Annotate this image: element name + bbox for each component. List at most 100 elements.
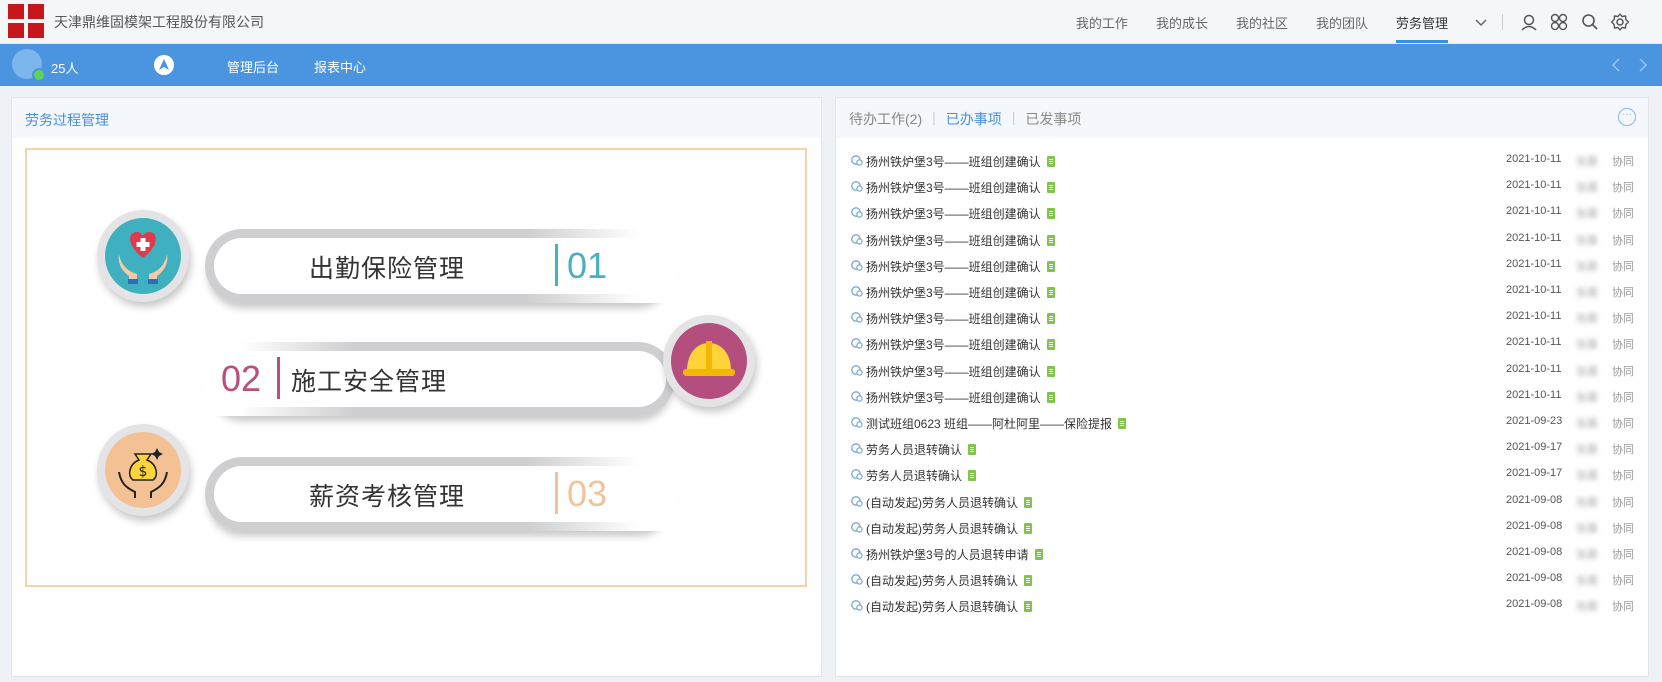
list-item[interactable]: (自动发起)劳务人员退转确认 2021-09-08 张晨 协同 bbox=[836, 567, 1648, 593]
item-sender: 张晨 bbox=[1576, 339, 1598, 352]
collaboration-icon bbox=[851, 181, 863, 192]
item-title[interactable]: 扬州铁炉堡3号——班组创建确认 bbox=[866, 363, 1055, 380]
item-date: 2021-09-17 bbox=[1506, 467, 1563, 480]
user-icon[interactable] bbox=[1519, 12, 1539, 32]
item-title[interactable]: 扬州铁炉堡3号——班组创建确认 bbox=[866, 153, 1055, 170]
check-badge-icon bbox=[32, 68, 46, 82]
item-sender: 张晨 bbox=[1576, 444, 1598, 457]
document-icon bbox=[968, 470, 977, 482]
item-title[interactable]: 扬州铁炉堡3号——班组创建确认 bbox=[866, 205, 1055, 222]
list-item[interactable]: 扬州铁炉堡3号——班组创建确认 2021-10-11 张晨 协同 bbox=[836, 227, 1648, 253]
list-item[interactable]: 扬州铁炉堡3号——班组创建确认 2021-10-11 张晨 协同 bbox=[836, 358, 1648, 384]
item-type: 协同 bbox=[1612, 234, 1634, 247]
item-title[interactable]: 扬州铁炉堡3号——班组创建确认 bbox=[866, 310, 1055, 327]
nav-labor-management[interactable]: 劳务管理 bbox=[1382, 0, 1462, 44]
nav-my-growth[interactable]: 我的成长 bbox=[1142, 0, 1222, 44]
salary-assessment-item[interactable]: 薪资考核管理 03 bbox=[205, 457, 677, 531]
list-item[interactable]: 扬州铁炉堡3号——班组创建确认 2021-10-11 张晨 协同 bbox=[836, 174, 1648, 200]
item-date: 2021-10-11 bbox=[1506, 179, 1562, 192]
task-tabs: 待办工作(2) | 已办事项 | 已发事项 bbox=[849, 109, 1082, 129]
insurance-circle bbox=[97, 210, 189, 302]
item-title[interactable]: (自动发起)劳务人员退转确认 bbox=[866, 598, 1032, 615]
attendance-insurance-item[interactable]: 出勤保险管理 01 bbox=[205, 229, 677, 303]
list-item[interactable]: 扬州铁炉堡3号——班组创建确认 2021-10-11 张晨 协同 bbox=[836, 148, 1648, 174]
company-logo bbox=[8, 4, 44, 38]
document-icon bbox=[1024, 575, 1032, 587]
admin-console-link[interactable]: 管理后台 bbox=[227, 57, 279, 76]
avatar[interactable] bbox=[12, 49, 46, 82]
item-title[interactable]: 扬州铁炉堡3号的人员退转申请 bbox=[866, 546, 1043, 563]
item-title[interactable]: 劳务人员退转确认 bbox=[866, 467, 977, 484]
item-date: 2021-10-11 bbox=[1506, 284, 1562, 296]
item-title[interactable]: 扬州铁炉堡3号——班组创建确认 bbox=[866, 258, 1055, 275]
list-item[interactable]: (自动发起)劳务人员退转确认 2021-09-08 张晨 协同 bbox=[836, 515, 1648, 541]
list-item[interactable]: 测试班组0623 班组——阿杜阿里——保险提报 2021-09-23 张晨 协同 bbox=[836, 410, 1648, 436]
more-icon[interactable]: ··· bbox=[1618, 108, 1636, 126]
item-title[interactable]: 扬州铁炉堡3号——班组创建确认 bbox=[866, 179, 1055, 196]
list-item[interactable]: (自动发起)劳务人员退转确认 2021-09-08 张晨 协同 bbox=[836, 593, 1648, 619]
item-number: 01 bbox=[567, 245, 608, 286]
document-icon bbox=[1046, 339, 1055, 351]
list-item[interactable]: 劳务人员退转确认 2021-09-17 张晨 协同 bbox=[836, 462, 1648, 488]
document-icon bbox=[1046, 313, 1055, 325]
document-icon bbox=[1046, 234, 1055, 246]
list-item[interactable]: 扬州铁炉堡3号——班组创建确认 2021-10-11 张晨 协同 bbox=[836, 279, 1648, 305]
item-title[interactable]: 扬州铁炉堡3号——班组创建确认 bbox=[866, 389, 1055, 406]
collaboration-icon bbox=[851, 312, 863, 323]
nav-my-work[interactable]: 我的工作 bbox=[1062, 0, 1142, 44]
item-date: 2021-10-11 bbox=[1506, 336, 1562, 349]
list-item[interactable]: 扬州铁炉堡3号——班组创建确认 2021-10-11 张晨 协同 bbox=[836, 253, 1648, 279]
collaboration-icon bbox=[851, 417, 863, 428]
item-type: 协同 bbox=[1612, 601, 1634, 614]
chevron-left-icon[interactable] bbox=[1609, 56, 1623, 74]
item-title[interactable]: 测试班组0623 班组——阿杜阿里——保险提报 bbox=[866, 415, 1127, 432]
tab-done[interactable]: 已办事项 bbox=[946, 109, 1002, 129]
item-title[interactable]: 扬州铁炉堡3号——班组创建确认 bbox=[866, 284, 1055, 301]
item-sender: 张晨 bbox=[1576, 287, 1598, 299]
chevron-right-icon[interactable] bbox=[1636, 56, 1650, 74]
item-label: 施工安全管理 bbox=[291, 367, 448, 396]
document-icon bbox=[1046, 260, 1055, 272]
document-icon bbox=[1046, 182, 1055, 194]
tab-pending[interactable]: 待办工作(2) bbox=[849, 109, 922, 129]
item-type: 协同 bbox=[1612, 208, 1634, 221]
document-icon bbox=[1024, 496, 1032, 508]
item-title[interactable]: 扬州铁炉堡3号——班组创建确认 bbox=[866, 336, 1055, 353]
item-label: 薪资考核管理 bbox=[309, 482, 466, 511]
insurance-hands-icon bbox=[118, 232, 168, 284]
item-date: 2021-10-11 bbox=[1506, 388, 1562, 401]
chevron-down-icon[interactable] bbox=[1473, 14, 1489, 30]
item-sender: 张晨 bbox=[1576, 470, 1598, 483]
item-title[interactable]: 劳务人员退转确认 bbox=[866, 441, 977, 458]
list-item[interactable]: 劳务人员退转确认 2021-09-17 张晨 协同 bbox=[836, 436, 1648, 462]
settings-icon[interactable] bbox=[1610, 12, 1630, 32]
item-type: 协同 bbox=[1612, 260, 1634, 273]
report-center-link[interactable]: 报表中心 bbox=[314, 57, 366, 76]
item-sender: 张晨 bbox=[1576, 575, 1598, 588]
search-icon[interactable] bbox=[1580, 12, 1600, 32]
list-item[interactable]: 扬州铁炉堡3号的人员退转申请 2021-09-08 张晨 协同 bbox=[836, 541, 1648, 567]
tab-sent[interactable]: 已发事项 bbox=[1025, 109, 1081, 129]
item-date: 2021-10-11 bbox=[1506, 231, 1562, 244]
navigation-icon[interactable] bbox=[154, 55, 174, 75]
item-title[interactable]: 扬州铁炉堡3号——班组创建确认 bbox=[866, 232, 1055, 249]
item-title[interactable]: (自动发起)劳务人员退转确认 bbox=[866, 572, 1032, 589]
item-date: 2021-09-08 bbox=[1506, 546, 1563, 558]
svg-text:$: $ bbox=[139, 464, 148, 480]
nav-my-team[interactable]: 我的团队 bbox=[1302, 0, 1382, 44]
item-number: 02 bbox=[221, 358, 262, 399]
apps-icon[interactable] bbox=[1549, 12, 1569, 32]
list-item[interactable]: (自动发起)劳务人员退转确认 2021-09-08 张晨 协同 bbox=[836, 489, 1648, 515]
item-sender: 张晨 bbox=[1576, 522, 1598, 535]
money-bag-hands-icon: $ bbox=[118, 448, 168, 498]
item-title[interactable]: (自动发起)劳务人员退转确认 bbox=[866, 520, 1032, 537]
list-item[interactable]: 扬州铁炉堡3号——班组创建确认 2021-10-11 张晨 协同 bbox=[836, 331, 1648, 357]
list-item[interactable]: 扬州铁炉堡3号——班组创建确认 2021-10-11 张晨 协同 bbox=[836, 200, 1648, 226]
process-frame: 出勤保险管理 01 02 施工安全管理 薪资考核管理 03 $ bbox=[25, 148, 807, 587]
list-item[interactable]: 扬州铁炉堡3号——班组创建确认 2021-10-11 张晨 协同 bbox=[836, 384, 1648, 410]
list-item[interactable]: 扬州铁炉堡3号——班组创建确认 2021-10-11 张晨 协同 bbox=[836, 305, 1648, 331]
item-date: 2021-09-08 bbox=[1506, 598, 1563, 611]
item-title[interactable]: (自动发起)劳务人员退转确认 bbox=[866, 494, 1032, 511]
nav-my-community[interactable]: 我的社区 bbox=[1222, 0, 1302, 44]
construction-safety-item[interactable]: 02 施工安全管理 bbox=[203, 342, 675, 416]
